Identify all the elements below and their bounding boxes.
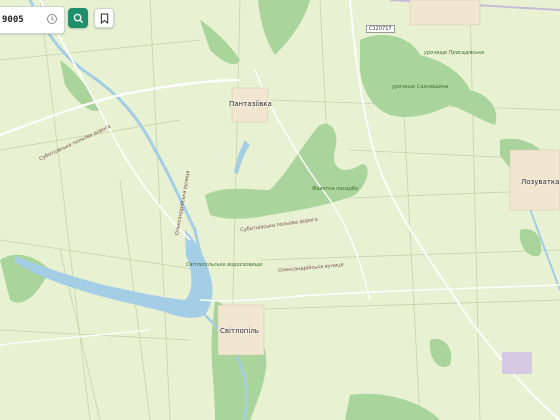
bookmark-button[interactable]: [94, 8, 114, 28]
label-reservoir: Світлопільське водосховище: [186, 262, 263, 268]
bookmark-icon: [100, 12, 108, 24]
map-canvas[interactable]: [0, 0, 560, 420]
search-icon: [73, 13, 83, 23]
history-icon[interactable]: [46, 13, 58, 25]
label-tract-ne: урочище Сахнівщина: [392, 84, 449, 90]
search-button[interactable]: [68, 8, 88, 28]
search-box[interactable]: 9005: [0, 6, 65, 34]
search-input[interactable]: 9005: [0, 15, 24, 25]
road-shield: С120717: [366, 25, 395, 33]
place-pantaziivka[interactable]: Пантазіївка: [229, 100, 272, 108]
place-lozuvatka[interactable]: Лозуватка: [521, 178, 559, 186]
place-svitlopil[interactable]: Світлопіль: [220, 327, 259, 335]
industrial-areas: [502, 352, 532, 374]
label-forest-tract: Фаветна пасадба: [312, 186, 358, 192]
label-tract-n: урочище Присадівське: [424, 50, 485, 56]
